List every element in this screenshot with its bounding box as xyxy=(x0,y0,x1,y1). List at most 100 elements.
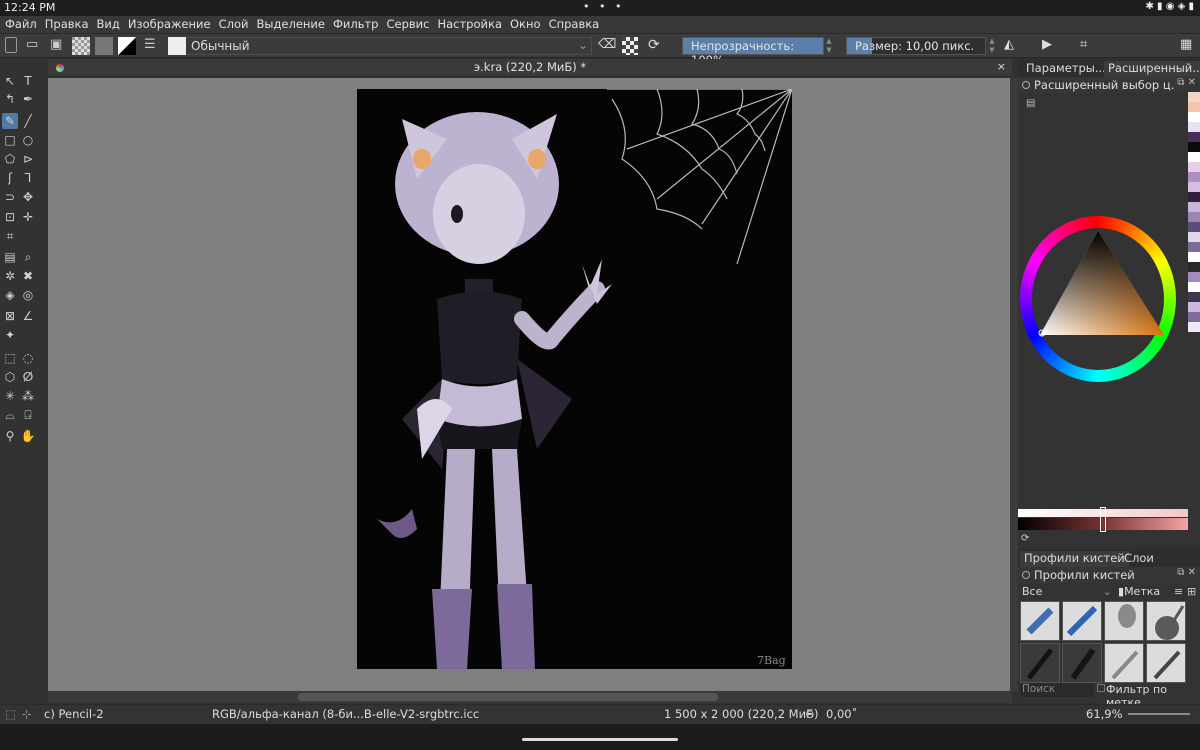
open-folder-icon[interactable]: ▭ xyxy=(26,37,38,55)
fg-bg-color-icon[interactable] xyxy=(118,37,136,55)
tab-layers[interactable]: Слои xyxy=(1120,551,1158,567)
size-slider[interactable]: Размер: 10,00 пикс. xyxy=(846,37,986,55)
color-swatch[interactable] xyxy=(1188,202,1200,212)
edit-shapes-icon[interactable]: ↰ xyxy=(2,91,18,107)
bezier-select-icon[interactable]: ⌓ xyxy=(2,407,18,423)
color-wheel[interactable] xyxy=(1018,214,1178,384)
polygon-select-icon[interactable]: ⬡ xyxy=(2,369,18,385)
multibrush-icon[interactable]: ✥ xyxy=(20,189,36,205)
color-swatch[interactable] xyxy=(1188,92,1200,102)
color-swatch[interactable] xyxy=(1188,212,1200,222)
eraser-icon[interactable]: ⌫ xyxy=(598,37,616,55)
float-close-icons[interactable]: ⧉ ✕ xyxy=(1177,567,1196,578)
color-swatch[interactable] xyxy=(1188,112,1200,122)
tag-filter-select[interactable]: Все ⌄ xyxy=(1022,585,1112,598)
docker-lock-icon[interactable] xyxy=(1022,571,1030,579)
menu-settings[interactable]: Настройка xyxy=(432,16,505,31)
pin-icon[interactable]: ⊹ xyxy=(22,707,32,721)
zoom-tool-icon[interactable]: ⚲ xyxy=(2,428,18,444)
opacity-spinner[interactable]: ▲ ▼ xyxy=(825,37,833,55)
gradient-tool-icon[interactable]: ▤ xyxy=(2,249,18,265)
zoom-slider[interactable] xyxy=(1128,713,1190,715)
scroll-thumb[interactable] xyxy=(298,693,718,701)
select-shapes-icon[interactable]: ↖ xyxy=(2,73,18,89)
mirror-horizontal-icon[interactable]: ◭ xyxy=(1004,37,1014,55)
menu-window[interactable]: Окно xyxy=(505,16,544,31)
polygon-tool-icon[interactable]: ⬠ xyxy=(2,151,18,167)
color-swatch[interactable] xyxy=(1188,312,1200,322)
rectangle-tool-icon[interactable]: □ xyxy=(2,132,18,148)
size-spinner[interactable]: ▲ ▼ xyxy=(988,37,996,55)
calligraphy-icon[interactable]: ✒ xyxy=(20,91,36,107)
rect-select-icon[interactable]: ⬚ xyxy=(2,350,18,366)
menu-layer[interactable]: Слой xyxy=(214,16,252,31)
brush-settings-icon[interactable]: ☰ xyxy=(144,37,156,55)
menu-icon[interactable]: ≡ xyxy=(1174,585,1183,598)
tab-brush-presets[interactable]: Профили кистей xyxy=(1020,551,1129,567)
brush-preset-icon[interactable] xyxy=(168,37,186,55)
color-swatch[interactable] xyxy=(1188,162,1200,172)
brush-preset-blender[interactable] xyxy=(1104,601,1144,641)
fill-tool-icon[interactable]: ◈ xyxy=(2,287,18,303)
colorize-mask-icon[interactable]: ✲ xyxy=(2,268,18,284)
vertical-scrollbar[interactable] xyxy=(1010,78,1018,691)
canvas-area[interactable]: 7Bag xyxy=(48,78,1012,691)
transform-tool-icon[interactable]: ⊡ xyxy=(2,209,18,225)
view-mode-icon[interactable]: ⊞ xyxy=(1187,585,1196,598)
alpha-lock-icon[interactable] xyxy=(622,37,638,55)
pattern-icon[interactable] xyxy=(72,37,90,55)
measure-tool-icon[interactable]: ∠ xyxy=(20,308,36,324)
float-close-icons[interactable]: ⧉ ✕ xyxy=(1177,77,1196,88)
line-tool-icon[interactable]: ╱ xyxy=(20,113,36,129)
brush-preset-pen[interactable] xyxy=(1062,601,1102,641)
opacity-slider[interactable]: Непрозрачность: 100% xyxy=(682,37,824,67)
color-swatch[interactable] xyxy=(1188,152,1200,162)
ellipse-tool-icon[interactable]: ○ xyxy=(20,132,36,148)
polyline-tool-icon[interactable]: ⊳ xyxy=(20,151,36,167)
freehand-path-icon[interactable]: Ꞁ xyxy=(20,170,36,186)
smart-patch-icon[interactable]: ✖ xyxy=(20,268,36,284)
color-swatch[interactable] xyxy=(1188,182,1200,192)
reference-tool-icon[interactable]: ✦ xyxy=(2,327,18,343)
menu-view[interactable]: Вид xyxy=(92,16,123,31)
docker-lock-icon[interactable] xyxy=(1022,81,1030,89)
color-swatch[interactable] xyxy=(1188,272,1200,282)
brush-preset-ink[interactable] xyxy=(1020,643,1060,683)
move-tool-icon[interactable]: ✛ xyxy=(20,209,36,225)
bezier-tool-icon[interactable]: ʃ xyxy=(2,170,18,186)
artwork-canvas[interactable]: 7Bag xyxy=(357,89,792,669)
color-history-strip[interactable] xyxy=(1188,92,1200,340)
color-swatch[interactable] xyxy=(1188,192,1200,202)
menu-file[interactable]: Файл xyxy=(0,16,40,31)
pan-tool-icon[interactable]: ✋ xyxy=(20,428,36,444)
shade-marker[interactable] xyxy=(1100,507,1106,532)
tag-button[interactable]: ▮Метка xyxy=(1118,585,1160,598)
menu-edit[interactable]: Правка xyxy=(40,16,92,31)
crop-tool-icon[interactable]: ⌗ xyxy=(2,228,18,244)
lasso-select-icon[interactable]: ⵁ xyxy=(20,369,36,385)
color-swatch[interactable] xyxy=(1188,172,1200,182)
contiguous-select-icon[interactable]: ✳ xyxy=(2,388,18,404)
menu-help[interactable]: Справка xyxy=(544,16,603,31)
tab-tool-options[interactable]: Параметры... xyxy=(1022,61,1110,77)
save-icon[interactable]: ▣ xyxy=(50,37,62,55)
brush-preset-eraser[interactable] xyxy=(1020,601,1060,641)
crop-icon[interactable]: ⌗ xyxy=(1080,37,1087,55)
document-tab[interactable]: э.kra (220,2 МиБ) * xyxy=(48,60,1012,74)
color-swatch[interactable] xyxy=(1188,102,1200,112)
color-swatch[interactable] xyxy=(1188,282,1200,292)
similar-select-icon[interactable]: ⁂ xyxy=(20,388,36,404)
filter-by-tag-checkbox[interactable] xyxy=(1097,684,1105,692)
color-swatch[interactable] xyxy=(1188,262,1200,272)
color-swatch[interactable] xyxy=(1188,142,1200,152)
reload-icon[interactable]: ⟳ xyxy=(648,37,660,55)
freehand-brush-icon[interactable]: ✎ xyxy=(2,113,18,129)
brush-preset-pencil[interactable] xyxy=(1104,643,1144,683)
dynamic-brush-icon[interactable]: ⊃ xyxy=(2,189,18,205)
new-document-icon[interactable] xyxy=(5,37,17,53)
enclose-fill-icon[interactable]: ◎ xyxy=(20,287,36,303)
refresh-icon[interactable]: ⟳ xyxy=(1021,533,1029,544)
brush-search-input[interactable]: Поиск xyxy=(1020,683,1094,697)
color-swatch[interactable] xyxy=(1188,232,1200,242)
color-swatch[interactable] xyxy=(1188,242,1200,252)
